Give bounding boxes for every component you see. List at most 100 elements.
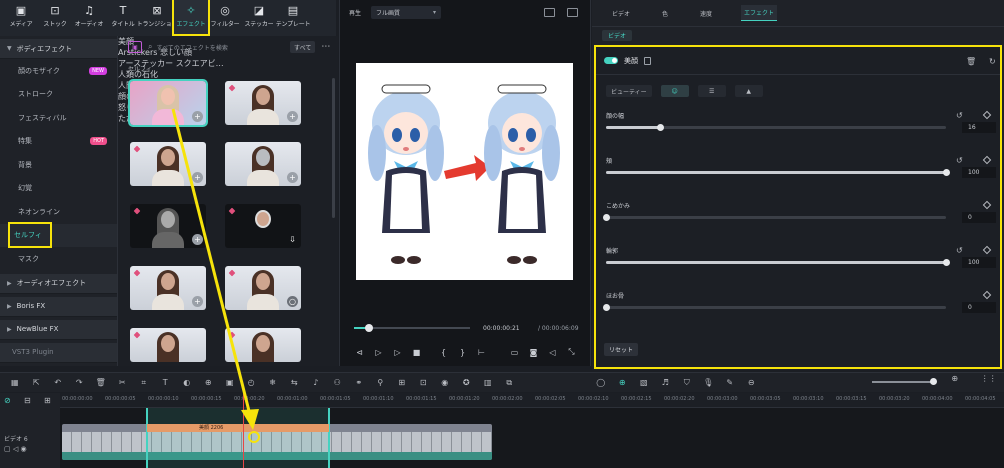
slider[interactable]	[606, 259, 950, 266]
reset-icon[interactable]: ↺	[956, 156, 963, 165]
sidebar-item-selfie[interactable]: セルフィ	[0, 222, 117, 249]
clip-icon[interactable]: ▥	[477, 378, 499, 387]
zoom-in-icon[interactable]: ⊕	[944, 374, 966, 383]
effect-card-square[interactable]: +	[130, 142, 206, 186]
sidebar-group-body[interactable]: ▼ ボディエフェクト	[0, 39, 117, 59]
effect-clip-selection[interactable]	[146, 408, 330, 468]
image-icon[interactable]: ▧	[633, 378, 655, 387]
timeline-ruler[interactable]: 00:00:00:00 00:00:00:05 00:00:00:10 00:00:0…	[60, 393, 1004, 408]
sidebar-item-face-mosaic[interactable]: 顔のモザイク NEW	[0, 59, 117, 83]
transform-icon[interactable]: ⊕	[198, 378, 220, 387]
play-frame-icon[interactable]: ▷	[369, 348, 388, 357]
value-input[interactable]: 16	[962, 122, 996, 133]
mark-out-icon[interactable]: }	[453, 348, 472, 357]
scrub-handle[interactable]	[364, 324, 373, 332]
zoom-out-icon[interactable]: ⊖	[741, 378, 763, 387]
color-icon[interactable]: ◐	[176, 378, 198, 387]
effect-card-sad-face[interactable]: +	[225, 81, 301, 125]
slider[interactable]	[603, 214, 946, 221]
prev-frame-icon[interactable]: ⊲	[350, 348, 369, 357]
audio-stretch-icon[interactable]: ⚲	[370, 378, 392, 387]
effect-card-more[interactable]	[130, 328, 206, 362]
volume-icon[interactable]: ◁	[543, 348, 562, 357]
add-icon[interactable]: +	[192, 172, 203, 183]
sidebar-item-featured[interactable]: 特集 HOT	[0, 130, 117, 154]
layout-icon[interactable]: ▦	[4, 378, 26, 387]
pointer-icon[interactable]: ⇱	[26, 378, 48, 387]
effect-card-more[interactable]	[225, 328, 301, 362]
slider-handle[interactable]	[657, 124, 665, 131]
snapshot-icon[interactable]: ◙	[524, 348, 543, 357]
value-input[interactable]: 0	[962, 302, 996, 313]
cut-icon[interactable]: ✂	[112, 378, 134, 387]
delete-icon[interactable]: 🗑	[90, 378, 112, 387]
trash-icon[interactable]: 🗑	[966, 57, 976, 66]
sidebar-item-neon-line[interactable]: ネオンライン	[0, 200, 117, 224]
detach-icon[interactable]: ⧉	[499, 378, 521, 388]
stop-icon[interactable]: ■	[407, 348, 426, 357]
add-icon[interactable]: +	[192, 234, 203, 245]
effect-card-sore[interactable]: ○	[225, 266, 301, 310]
effect-card-beauty[interactable]: +	[128, 79, 208, 127]
image-icon[interactable]	[567, 8, 578, 17]
mode-face[interactable]: ☺	[660, 85, 689, 97]
add-icon[interactable]: +	[287, 172, 298, 183]
tool-audio[interactable]: ♫ オーディオ	[72, 0, 106, 34]
value-input[interactable]: 100	[962, 167, 996, 178]
mode-nose[interactable]: ▲	[734, 85, 763, 97]
quality-dropdown[interactable]: フル画質 ▾	[371, 5, 442, 19]
text-icon[interactable]: T	[155, 378, 177, 387]
search-input[interactable]: ⌕ すべてのエフェクトを検索	[148, 41, 288, 53]
freeze-icon[interactable]: ❄	[262, 378, 284, 387]
effect-clip[interactable]: 美顔 2206	[147, 424, 329, 432]
effect-toggle[interactable]	[604, 57, 618, 64]
fullscreen-icon[interactable]: ⤡	[562, 347, 581, 357]
tab-speed[interactable]: 速度	[697, 6, 715, 21]
edit-icon[interactable]: ✎	[719, 378, 741, 387]
stabilize-icon[interactable]: ⚇	[327, 378, 349, 387]
zoom-handle[interactable]	[930, 378, 937, 385]
tab-effect[interactable]: エフェクト	[741, 5, 778, 21]
preview-canvas[interactable]	[356, 63, 573, 280]
info-icon[interactable]	[644, 56, 651, 65]
split-icon[interactable]: ⊞	[391, 378, 413, 387]
crop-icon[interactable]: ⌗	[133, 378, 155, 388]
mark-in-icon[interactable]: {	[434, 348, 453, 357]
effect-card-highlight[interactable]: ⇩	[225, 204, 301, 248]
effect-card-petrify[interactable]: +	[225, 142, 301, 186]
tool-effect[interactable]: ✧ エフェクト	[172, 0, 210, 36]
favorites-icon[interactable]: ▣	[128, 41, 142, 53]
add-icon[interactable]: +	[287, 111, 298, 122]
track-icons[interactable]: ▢ ◁ ◉	[4, 445, 27, 453]
mask-icon[interactable]: ▣	[219, 378, 241, 387]
mode-eyes[interactable]: ☰	[697, 85, 726, 97]
tool-sticker[interactable]: ◪ ステッカー	[242, 0, 276, 34]
tool-template[interactable]: ▤ テンプレート	[276, 0, 311, 34]
value-input[interactable]: 100	[962, 257, 996, 268]
play-icon[interactable]: ▷	[388, 348, 407, 357]
audio-icon[interactable]: ♪	[305, 378, 327, 387]
sidebar-item-stroke[interactable]: ストローク	[0, 83, 117, 107]
slider-handle[interactable]	[943, 169, 950, 176]
slider-handle[interactable]	[603, 214, 610, 221]
scrollbar[interactable]	[332, 78, 335, 218]
tab-color[interactable]: 色	[659, 6, 671, 21]
reset-icon[interactable]: ↺	[956, 111, 963, 120]
grid-icon[interactable]	[544, 8, 555, 17]
reset-button[interactable]: リセット	[604, 343, 639, 356]
tool-filter[interactable]: ◎ フィルター	[208, 0, 242, 34]
tool-transition[interactable]: ⊠ トランジション	[137, 0, 178, 34]
slider-handle[interactable]	[603, 304, 610, 311]
sidebar-group-audio-effect[interactable]: ▶ オーディオエフェクト	[0, 273, 117, 294]
subtab-video[interactable]: ビデオ	[602, 30, 633, 41]
slider[interactable]	[606, 124, 946, 131]
link-icon[interactable]: ⊘	[4, 396, 11, 405]
shield-icon[interactable]: ⛉	[676, 378, 698, 388]
music-icon[interactable]: ♬	[655, 378, 677, 387]
download-icon[interactable]: ○	[287, 296, 298, 307]
effect-card-crack[interactable]: +	[130, 204, 206, 248]
tool-media[interactable]: ▣ メディア	[4, 0, 38, 34]
marker-icon[interactable]: ⊡	[413, 378, 435, 387]
effect-card-anger[interactable]: +	[130, 266, 206, 310]
record-icon[interactable]: ◉	[434, 378, 456, 387]
